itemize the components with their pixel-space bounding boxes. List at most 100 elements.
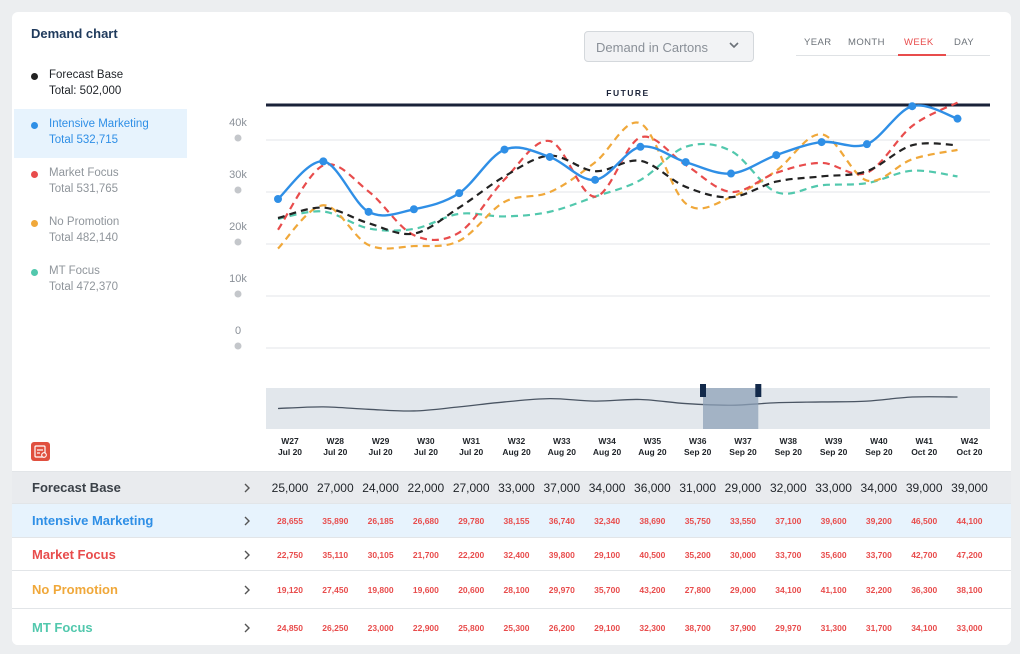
x-tick-week: W41	[915, 436, 933, 446]
chevron-right-icon[interactable]	[242, 583, 252, 600]
x-tick-week: W39	[825, 436, 843, 446]
row-name: MT Focus	[32, 620, 93, 635]
table-cell: 31,300	[820, 623, 847, 633]
row-name: Forecast Base	[32, 480, 121, 495]
data-point[interactable]	[409, 205, 418, 214]
x-tick-week: W34	[598, 436, 616, 446]
table-cell: 26,250	[322, 623, 349, 633]
range-handle-left[interactable]	[700, 384, 706, 397]
table-cell: 39,200	[865, 516, 892, 526]
data-point[interactable]	[636, 142, 645, 151]
table-cell: 36,000	[634, 481, 671, 495]
data-point[interactable]	[727, 169, 735, 178]
chevron-right-icon[interactable]	[242, 621, 252, 638]
x-tick-week: W33	[553, 436, 571, 446]
table-cell: 25,300	[503, 623, 530, 633]
chevron-right-icon[interactable]	[242, 514, 252, 531]
range-navigator[interactable]	[266, 388, 990, 429]
table-cell: 24,000	[362, 481, 399, 495]
x-tick-month: Jul 20	[459, 447, 483, 457]
data-point[interactable]	[455, 189, 464, 198]
x-tick-month: Sep 20	[729, 447, 757, 457]
table-cell: 35,200	[684, 550, 711, 560]
table-cell: 22,900	[412, 623, 439, 633]
table-cell: 25,800	[458, 623, 485, 633]
x-tick-week: W27	[281, 436, 299, 446]
table-cell: 36,740	[548, 516, 575, 526]
data-point[interactable]	[862, 140, 871, 149]
x-tick-week: W28	[327, 436, 345, 446]
x-tick-month: Sep 20	[820, 447, 848, 457]
series-line-intensive-marketing	[277, 104, 958, 217]
x-tick-month: Aug 20	[548, 447, 577, 457]
chevron-right-icon[interactable]	[242, 548, 252, 565]
range-handle-right[interactable]	[755, 384, 762, 397]
data-point[interactable]	[772, 151, 781, 160]
table-row-mt-focus[interactable]: MT Focus 24,850 26,250 23,000 22,900 25,800 25…	[12, 608, 1011, 645]
table-cell: 38,690	[639, 516, 666, 526]
table-cell: 20,600	[458, 585, 485, 595]
x-tick-week: W32	[508, 436, 526, 446]
y-tick-dot	[234, 238, 242, 246]
x-tick-month: Sep 20	[775, 447, 803, 457]
data-point[interactable]	[274, 194, 282, 203]
table-cell: 34,100	[911, 623, 938, 633]
x-tick-week: W42	[961, 436, 979, 446]
table-cell: 33,550	[730, 516, 756, 526]
x-tick-month: Aug 20	[502, 447, 531, 457]
data-point[interactable]	[500, 145, 509, 154]
table-cell: 26,200	[548, 623, 575, 633]
table-cell: 43,200	[639, 585, 666, 595]
series-line-mt-focus	[277, 142, 958, 232]
data-point[interactable]	[545, 152, 554, 161]
table-cell: 23,000	[367, 623, 394, 633]
x-tick-month: Jul 20	[323, 447, 347, 457]
y-tick-label: 40k	[229, 117, 247, 129]
y-tick-label: 10k	[229, 273, 247, 285]
table-cell: 29,100	[594, 623, 621, 633]
data-point[interactable]	[364, 207, 373, 216]
x-tick-month: Aug 20	[593, 447, 622, 457]
data-point[interactable]	[908, 102, 917, 111]
table-cell: 35,600	[820, 550, 847, 560]
data-point[interactable]	[953, 114, 962, 123]
table-row-forecast-base[interactable]: Forecast Base 25,000 27,000 24,000 22,000 27,…	[12, 471, 1011, 503]
table-cell: 32,400	[503, 550, 530, 560]
chevron-right-icon[interactable]	[242, 481, 252, 498]
table-cell: 27,000	[452, 481, 490, 495]
table-cell: 29,970	[548, 585, 575, 595]
table-row-no-promotion[interactable]: No Promotion 19,120 27,450 19,800 19,600 20,6…	[12, 570, 1011, 608]
calendar-settings-icon[interactable]	[31, 442, 50, 461]
table-cell: 35,750	[684, 516, 711, 526]
x-tick-month: Jul 20	[369, 447, 393, 457]
table-cell: 19,120	[277, 585, 303, 595]
table-cell: 26,680	[412, 516, 439, 526]
data-point[interactable]	[319, 157, 328, 166]
table-cell: 38,155	[503, 516, 530, 526]
x-tick-month: Oct 20	[957, 447, 983, 457]
table-cell: 32,300	[639, 623, 666, 633]
table-cell: 31,000	[679, 481, 717, 495]
x-tick-month: Jul 20	[278, 447, 302, 457]
range-selection[interactable]	[703, 388, 759, 429]
x-tick-week: W29	[372, 436, 390, 446]
table-cell: 19,600	[412, 585, 439, 595]
table-cell: 47,200	[956, 550, 983, 560]
table-cell: 41,100	[820, 585, 847, 595]
x-tick-week: W36	[689, 436, 707, 446]
x-tick-month: Sep 20	[684, 447, 712, 457]
table-cell: 33,000	[815, 481, 852, 495]
table-cell: 29,780	[458, 516, 485, 526]
table-cell: 30,000	[730, 550, 756, 560]
table-cell: 21,700	[412, 550, 439, 560]
table-cell: 46,500	[911, 516, 938, 526]
table-row-market-focus[interactable]: Market Focus 22,750 35,110 30,105 21,700 22,2…	[12, 537, 1011, 570]
table-cell: 33,700	[865, 550, 892, 560]
data-point[interactable]	[817, 138, 826, 147]
data-point[interactable]	[681, 158, 690, 167]
x-tick-week: W37	[734, 436, 752, 446]
data-point[interactable]	[591, 175, 600, 184]
table-cell: 44,100	[956, 516, 983, 526]
table-row-intensive-marketing[interactable]: Intensive Marketing 28,655 35,890 26,185 26,…	[12, 503, 1011, 537]
table-cell: 33,700	[775, 550, 802, 560]
